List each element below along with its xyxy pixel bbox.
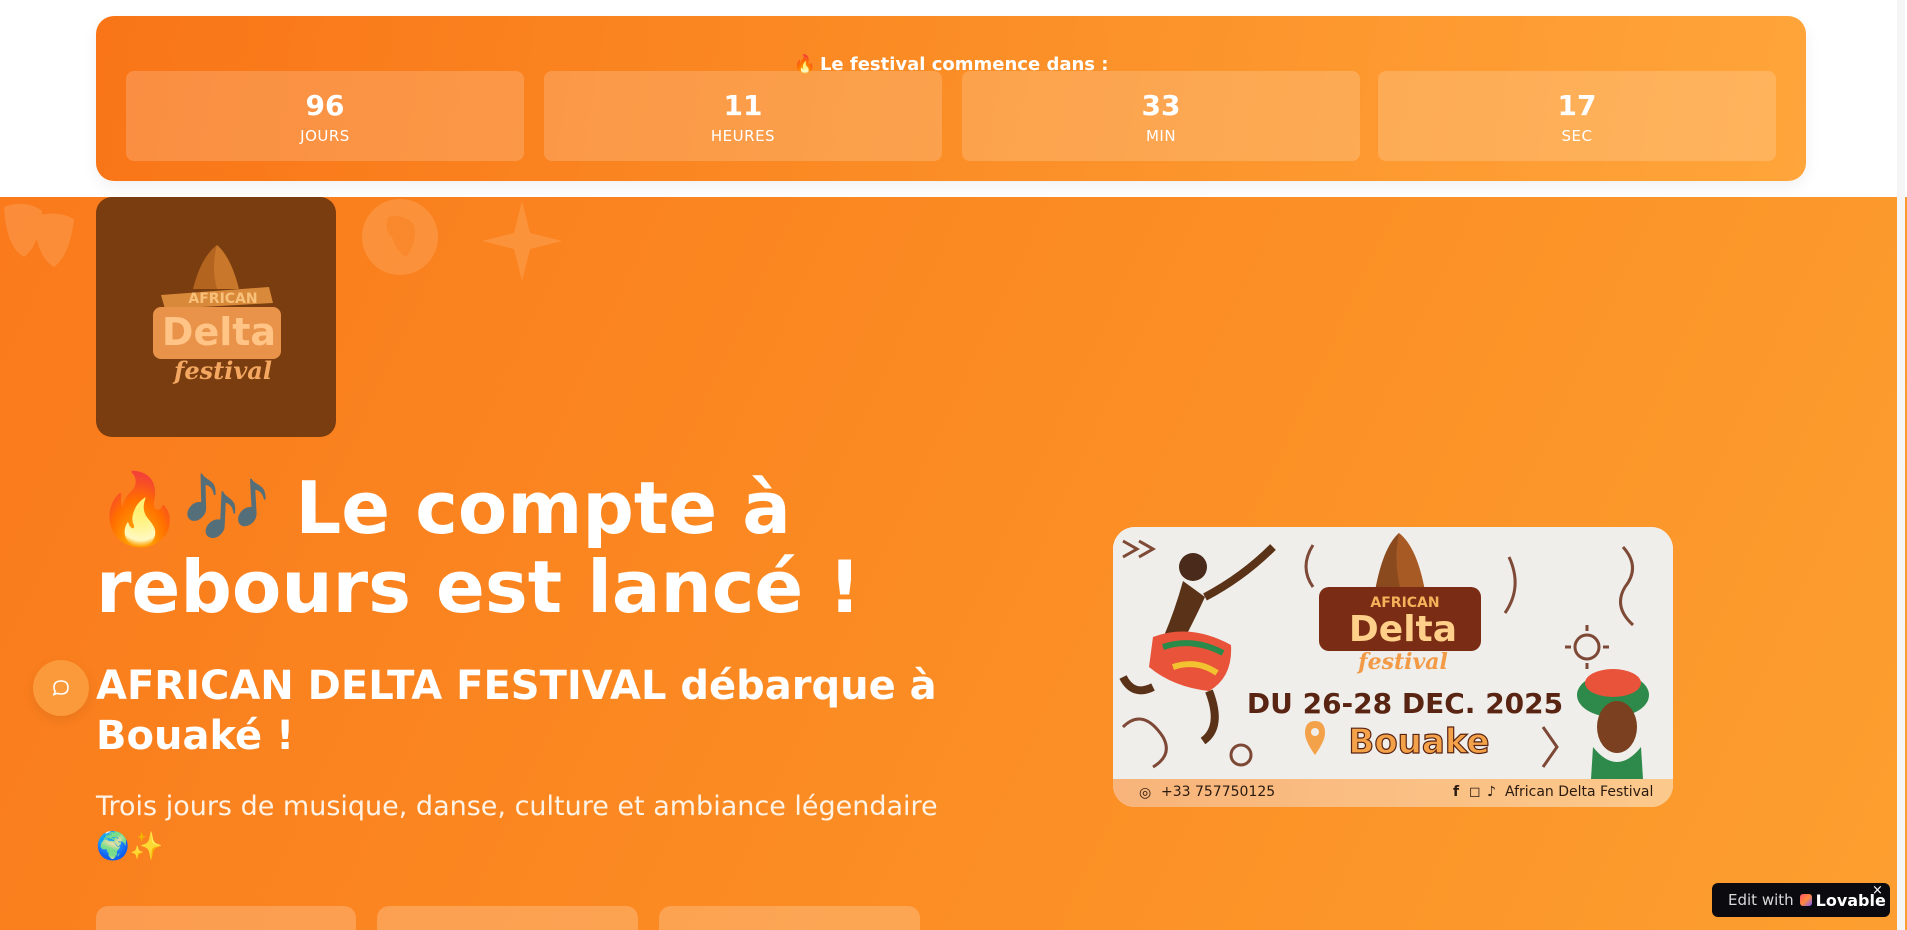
countdown-days-label: JOURS — [300, 127, 350, 145]
countdown-seconds-value: 17 — [1557, 89, 1597, 122]
tiktok-icon: ♪ — [1487, 784, 1496, 800]
countdown-hours-value: 11 — [723, 89, 763, 122]
globe-icon: 🌍 — [96, 831, 130, 862]
poster-artwork: AFRICAN Delta festival DU 26-28 DEC. 202… — [1113, 527, 1673, 779]
countdown-days-value: 96 — [305, 89, 345, 122]
hero-title: 🔥🎶 Le compte à rebours est lancé ! — [96, 469, 996, 626]
countdown-banner: 🔥 Le festival commence dans : 96 JOURS 11… — [96, 16, 1806, 181]
facebook-icon: f — [1453, 784, 1460, 800]
chat-icon — [52, 680, 69, 696]
poster-logo-line3: festival — [1356, 649, 1448, 675]
instagram-icon: ◻ — [1469, 784, 1481, 800]
logo-line3: festival — [172, 356, 272, 385]
info-card — [377, 906, 638, 930]
lovable-heart-icon — [1799, 894, 1812, 906]
sparkles-icon: ✨ — [129, 831, 164, 862]
info-card — [96, 906, 356, 930]
badge-edit-label: Edit with — [1728, 891, 1794, 909]
poster-phone: +33 757750125 — [1161, 784, 1276, 800]
poster-logo-line2: Delta — [1349, 609, 1457, 650]
fire-icon: 🔥 — [96, 468, 184, 550]
countdown-minutes-value: 33 — [1141, 89, 1181, 122]
logo-line1: AFRICAN — [188, 291, 257, 307]
music-notes-icon: 🎶 — [183, 468, 271, 550]
festival-logo[interactable]: AFRICAN Delta festival — [96, 197, 336, 437]
countdown-seconds-label: SEC — [1561, 127, 1593, 145]
sparkles-icon — [478, 197, 566, 299]
countdown-minutes-label: MIN — [1145, 127, 1177, 145]
festival-poster[interactable]: AFRICAN Delta festival DU 26-28 DEC. 202… — [1113, 527, 1673, 807]
countdown-days: 96 JOURS — [126, 71, 524, 161]
countdown-section: 🔥 Le festival commence dans : 96 JOURS 11… — [0, 0, 1907, 197]
hero-description: Trois jours de musique, danse, culture e… — [96, 787, 976, 867]
hero-subtitle: AFRICAN DELTA FESTIVAL débarque à Bouaké… — [96, 663, 937, 759]
page: 🔥 Le festival commence dans : 96 JOURS 11… — [0, 0, 1907, 930]
scrollbar[interactable] — [1897, 0, 1905, 930]
poster-city: Bouake — [1348, 722, 1489, 762]
chat-button[interactable] — [33, 660, 89, 716]
info-card — [659, 906, 920, 930]
poster-footer: ◎ +33 757750125 f ◻ ♪ African Delta Fest… — [1113, 779, 1673, 807]
logo-line2: Delta — [162, 310, 276, 354]
countdown-seconds: 17 SEC — [1378, 71, 1776, 161]
badge-close-button[interactable]: × — [1872, 883, 1883, 898]
edit-with-lovable-badge[interactable]: Edit with Lovable — [1712, 883, 1890, 917]
poster-dates: DU 26-28 DEC. 2025 — [1247, 687, 1563, 720]
countdown-minutes: 33 MIN — [962, 71, 1360, 161]
festival-logo-graphic: AFRICAN Delta festival — [153, 245, 281, 385]
globe-africa-icon — [358, 197, 442, 295]
theatre-masks-icon — [0, 197, 76, 291]
countdown-hours: 11 HEURES — [544, 71, 942, 161]
poster-social: African Delta Festival — [1505, 784, 1654, 800]
countdown-hours-label: HEURES — [710, 127, 776, 145]
hero-description-text: Trois jours de musique, danse, culture e… — [96, 791, 938, 822]
hero-section: AFRICAN Delta festival 🔥🎶 Le compte à re… — [0, 197, 1907, 930]
whatsapp-icon: ◎ — [1139, 785, 1152, 801]
